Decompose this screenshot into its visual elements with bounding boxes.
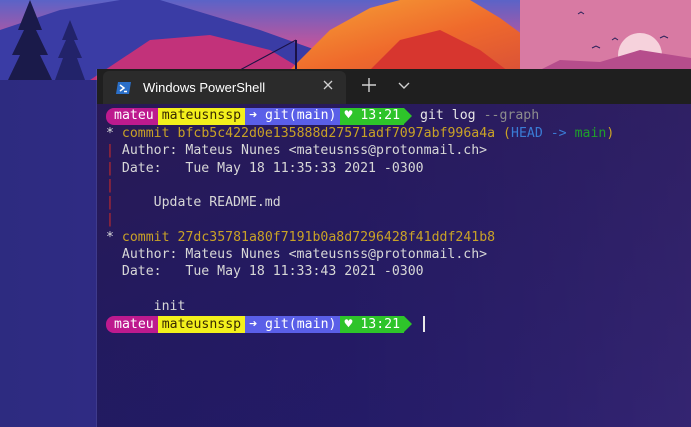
- date-line: Date: Tue May 18 11:33:43 2021 -0300: [97, 263, 691, 280]
- prompt-time: ♥ 13:21: [340, 107, 405, 125]
- prompt-git-branch: ➜ git(main): [245, 315, 341, 333]
- commit-message: Update README.md: [153, 195, 281, 211]
- commit-label: commit: [121, 126, 170, 141]
- graph-star: *: [106, 229, 114, 245]
- command-name: git log: [420, 108, 476, 124]
- tab-bar: Windows PowerShell: [97, 69, 691, 104]
- prompt-git-branch: ➜ git(main): [245, 107, 341, 125]
- tab-windows-powershell[interactable]: Windows PowerShell: [103, 71, 346, 104]
- prompt-host: mateusnssp: [157, 315, 246, 333]
- author-line: | Author: Mateus Nunes <mateusnss@proton…: [97, 142, 691, 159]
- commit-date: Date: Tue May 18 11:33:43 2021 -0300: [121, 264, 424, 280]
- text-cursor[interactable]: [423, 316, 426, 333]
- terminal-output[interactable]: mateu mateusnssp ➜ git(main) ♥ 13:21 git…: [97, 107, 691, 333]
- graph-pipe: |: [106, 143, 114, 159]
- prompt-line: mateu mateusnssp ➜ git(main) ♥ 13:21: [97, 315, 691, 333]
- message-line: init: [97, 298, 691, 315]
- prompt-arrow-icon: [404, 316, 413, 333]
- commit-line: * commit 27dc35781a80f7191b0a8d7296428f4…: [97, 229, 691, 246]
- commit-author: Author: Mateus Nunes <mateusnss@protonma…: [121, 247, 488, 263]
- powershell-icon: [116, 81, 132, 95]
- date-line: | Date: Tue May 18 11:35:33 2021 -0300: [97, 160, 691, 177]
- graph-pipe: |: [106, 160, 114, 176]
- message-line: | Update README.md: [97, 194, 691, 211]
- ref-close: ): [606, 126, 615, 141]
- commit-hash: bfcb5c422d0e135888d27571adf7097abf996a4a: [177, 126, 496, 141]
- blank-line: |: [97, 211, 691, 228]
- ref-head: HEAD: [511, 126, 543, 141]
- prompt-arrow-icon: [404, 108, 413, 124]
- graph-pipe: |: [106, 212, 114, 228]
- ref-open: (: [503, 126, 511, 141]
- ref-arrow: ->: [550, 126, 567, 141]
- chevron-down-icon[interactable]: [397, 78, 411, 92]
- blank-line: |: [97, 177, 691, 194]
- commit-hash: 27dc35781a80f7191b0a8d7296428f41ddf241b8: [177, 229, 496, 245]
- prompt-user: mateu: [106, 315, 158, 333]
- graph-pipe: |: [106, 177, 114, 193]
- plus-icon[interactable]: [361, 77, 379, 95]
- author-line: Author: Mateus Nunes <mateusnss@protonma…: [97, 246, 691, 263]
- commit-message: init: [153, 298, 186, 314]
- prompt-time: ♥ 13:21: [340, 315, 405, 333]
- commit-date: Date: Tue May 18 11:35:33 2021 -0300: [121, 160, 424, 176]
- commit-label: commit: [121, 229, 170, 245]
- prompt-line: mateu mateusnssp ➜ git(main) ♥ 13:21 git…: [97, 107, 691, 125]
- prompt-host: mateusnssp: [157, 107, 246, 125]
- close-icon[interactable]: [320, 79, 336, 95]
- graph-star: *: [106, 126, 114, 141]
- commit-author: Author: Mateus Nunes <mateusnss@protonma…: [121, 143, 488, 159]
- command-arg: --graph: [483, 108, 540, 124]
- graph-pipe: |: [106, 195, 114, 211]
- tab-title: Windows PowerShell: [143, 80, 266, 95]
- ref-branch: main: [574, 126, 607, 141]
- commit-line: * commit bfcb5c422d0e135888d27571adf7097…: [97, 125, 691, 142]
- prompt-user: mateu: [106, 107, 158, 125]
- terminal-window: Windows PowerShell mateu mateusnssp ➜ gi…: [97, 69, 691, 427]
